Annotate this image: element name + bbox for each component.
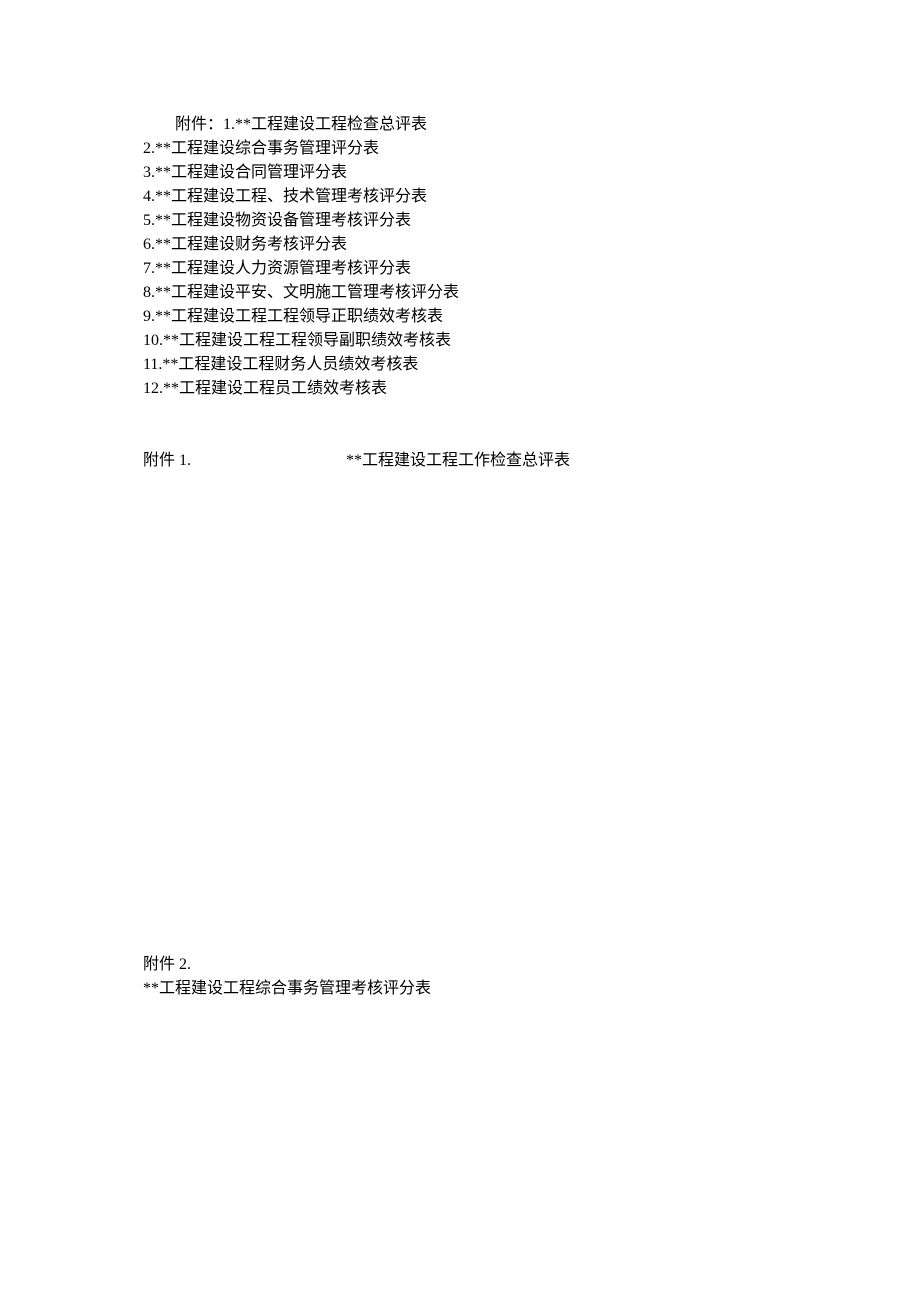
attachment-section-1: 附件 1. **工程建设工程工作检查总评表 [143,449,800,473]
list-item: 9.**工程建设工程工程领导正职绩效考核表 [143,305,800,329]
list-item: 附件：1.**工程建设工程检查总评表 [143,113,800,137]
list-item: 12.**工程建设工程员工绩效考核表 [143,377,800,401]
list-prefix: 附件： [175,116,223,133]
list-item: 11.**工程建设工程财务人员绩效考核表 [143,353,800,377]
attachment-1-title: **工程建设工程工作检查总评表 [346,449,570,473]
list-item: 7.**工程建设人力资源管理考核评分表 [143,257,800,281]
list-item: 5.**工程建设物资设备管理考核评分表 [143,209,800,233]
list-item: 8.**工程建设平安、文明施工管理考核评分表 [143,281,800,305]
list-item: 4.**工程建设工程、技术管理考核评分表 [143,185,800,209]
list-item: 2.**工程建设综合事务管理评分表 [143,137,800,161]
attachment-list: 附件：1.**工程建设工程检查总评表 2.**工程建设综合事务管理评分表 3.*… [143,113,800,401]
list-item-text: 1.**工程建设工程检查总评表 [223,116,427,133]
attachment-1-header: 附件 1. **工程建设工程工作检查总评表 [143,449,800,473]
attachment-2-label: 附件 2. [143,953,800,977]
list-item: 3.**工程建设合同管理评分表 [143,161,800,185]
list-item: 10.**工程建设工程工程领导副职绩效考核表 [143,329,800,353]
list-item: 6.**工程建设财务考核评分表 [143,233,800,257]
attachment-2-title: **工程建设工程综合事务管理考核评分表 [143,977,800,1001]
attachment-section-2: 附件 2. **工程建设工程综合事务管理考核评分表 [143,953,800,1001]
attachment-1-label: 附件 1. [143,449,191,473]
